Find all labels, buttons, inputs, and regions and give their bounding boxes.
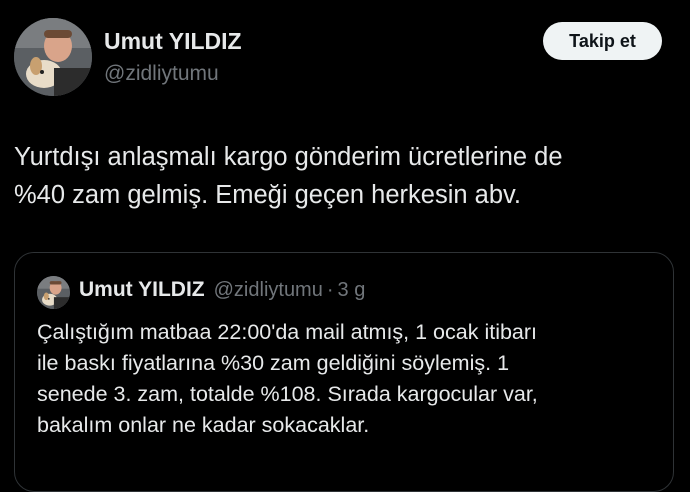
quoted-tweet-text-line: Çalıştığım matbaa 22:00'da mail atmış, 1… [37,320,538,344]
tweet-text: Yurtdışı anlaşmalı kargo gönderim ücretl… [14,138,674,214]
quoted-tweet-text-line: senede 3. zam, totalde %108. Sırada karg… [37,382,538,406]
follow-button[interactable]: Takip et [543,22,662,60]
quoted-author-name[interactable]: Umut YILDIZ [79,278,205,302]
separator-dot: · [326,279,334,301]
quoted-tweet-card[interactable]: Umut YILDIZ @zidliytumu · 3 g Çalıştığım… [14,252,674,492]
tweet-text-line: Yurtdışı anlaşmalı kargo gönderim ücretl… [14,143,563,171]
profile-photo-icon [14,18,92,96]
quoted-tweet-text-line: ile baskı fiyatlarına %30 zam geldiğini … [37,351,510,375]
tweet-text-line: %40 zam gelmiş. Emeği geçen herkesin abv… [14,181,521,209]
quoted-tweet-timestamp[interactable]: 3 g [338,279,366,302]
quoted-tweet-text: Çalıştığım matbaa 22:00'da mail atmış, 1… [37,317,657,441]
author-name[interactable]: Umut YILDIZ [104,28,242,55]
quoted-author-avatar[interactable] [37,276,70,309]
author-avatar[interactable] [14,18,92,96]
author-handle[interactable]: @zidliytumu [104,62,219,86]
quoted-author-handle[interactable]: @zidliytumu [214,279,323,302]
quoted-tweet-text-line: bakalım onlar ne kadar sokacaklar. [37,413,370,437]
quoted-tweet-header: Umut YILDIZ @zidliytumu · 3 g [79,278,365,302]
profile-photo-icon [37,276,70,309]
